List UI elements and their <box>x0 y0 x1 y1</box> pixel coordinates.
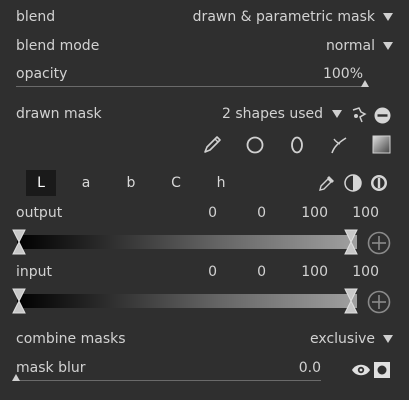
tab-L[interactable]: L <box>26 170 56 196</box>
combine-masks-label: combine masks <box>16 331 126 347</box>
reset-parameters-icon[interactable] <box>370 174 388 196</box>
invert-polarity-icon[interactable] <box>344 174 362 196</box>
path-shape-icon[interactable] <box>328 133 350 159</box>
brush-tool-icon[interactable] <box>201 134 223 160</box>
blend-dropdown-value[interactable]: drawn & parametric mask <box>193 9 375 25</box>
blend-dropdown-arrow-icon[interactable] <box>383 13 393 21</box>
tab-h[interactable]: h <box>206 170 236 196</box>
ellipse-shape-icon[interactable] <box>288 135 306 159</box>
combine-masks-dropdown-arrow-icon[interactable] <box>383 335 393 343</box>
remove-mask-icon[interactable] <box>374 107 391 128</box>
input-label: input <box>16 264 53 280</box>
input-value-3: 100 <box>301 264 328 280</box>
output-add-icon[interactable] <box>367 231 391 259</box>
output-value-1: 0 <box>208 205 217 221</box>
show-and-edit-mask-icon[interactable] <box>350 106 368 128</box>
blend-label: blend <box>16 9 56 25</box>
blend-mode-dropdown-arrow-icon[interactable] <box>383 42 393 50</box>
mask-blur-slider[interactable] <box>12 373 321 387</box>
color-picker-icon[interactable] <box>318 174 336 196</box>
channel-tabs: L a b C h <box>26 170 236 196</box>
mask-blur-slider-marker[interactable] <box>12 374 20 381</box>
gradient-shape-icon[interactable] <box>372 135 391 158</box>
opacity-slider-marker[interactable] <box>361 80 369 87</box>
input-left-handle[interactable] <box>12 288 26 314</box>
drawn-mask-dropdown-arrow-icon[interactable] <box>332 110 342 118</box>
output-value-3: 100 <box>301 205 328 221</box>
tab-a[interactable]: a <box>71 170 101 196</box>
display-mask-toggle-icon[interactable] <box>373 361 391 383</box>
output-left-handle[interactable] <box>12 229 26 255</box>
circle-shape-icon[interactable] <box>245 135 265 159</box>
output-value-4: 100 <box>352 205 379 221</box>
input-add-icon[interactable] <box>367 290 391 318</box>
show-mask-eye-icon[interactable] <box>351 362 371 382</box>
output-right-handle[interactable] <box>344 229 358 255</box>
opacity-slider[interactable] <box>16 79 369 93</box>
drawn-mask-shapes-value[interactable]: 2 shapes used <box>222 106 323 122</box>
output-gradient-slider[interactable] <box>17 235 357 249</box>
output-label: output <box>16 205 63 221</box>
input-value-1: 0 <box>208 264 217 280</box>
input-value-2: 0 <box>257 264 266 280</box>
drawn-mask-label: drawn mask <box>16 106 102 122</box>
input-value-4: 100 <box>352 264 379 280</box>
input-gradient-slider[interactable] <box>17 294 357 308</box>
output-value-2: 0 <box>257 205 266 221</box>
combine-masks-dropdown-value[interactable]: exclusive <box>310 331 375 347</box>
input-right-handle[interactable] <box>344 288 358 314</box>
blend-mode-dropdown-value[interactable]: normal <box>326 38 375 54</box>
tab-C[interactable]: C <box>161 170 191 196</box>
blend-mode-label: blend mode <box>16 38 100 54</box>
tab-b[interactable]: b <box>116 170 146 196</box>
